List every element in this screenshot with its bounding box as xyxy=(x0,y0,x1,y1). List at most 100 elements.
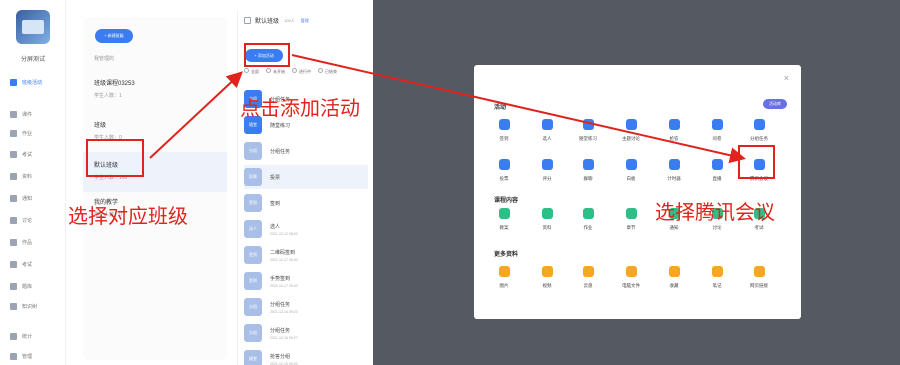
sidebar-item-label: 课件 xyxy=(22,111,33,118)
resource-6-icon xyxy=(753,266,765,277)
class-list-panel: + 新建班级 我管理的 班级课程03253 学生人数：1 班级 学生人数：0 默认班级学… xyxy=(83,17,227,360)
course-label: 资料 xyxy=(542,225,552,230)
sidebar-item-9[interactable]: 题库 xyxy=(10,280,32,292)
course-tile[interactable]: 资料 xyxy=(530,208,564,231)
resource-label: 收藏 xyxy=(669,283,679,288)
sidebar-item-4[interactable]: 资料 xyxy=(10,170,32,182)
activity-tile[interactable]: 群聊 xyxy=(571,159,605,182)
activity-tile[interactable]: 投票 xyxy=(487,159,521,182)
sidebar-item-3[interactable]: 考试 xyxy=(10,148,32,160)
sidebar-item-5[interactable]: 通知 xyxy=(10,192,32,204)
sidebar-item-label: 讨论 xyxy=(22,217,33,224)
activity-label: 签到 xyxy=(499,136,509,141)
avatar[interactable] xyxy=(16,10,50,44)
resource-2-icon xyxy=(582,266,594,277)
resource-label: 视频 xyxy=(542,283,552,288)
activity-tile[interactable]: 评分 xyxy=(530,159,564,182)
filter-option-3[interactable]: 已结束 xyxy=(318,68,337,75)
activity-row[interactable]: 分组 分组任务 xyxy=(244,139,368,163)
course-3-icon xyxy=(625,208,637,219)
activity-text: 随堂练习 xyxy=(270,122,290,129)
chart-icon xyxy=(10,332,17,340)
resource-tile[interactable]: 图片 xyxy=(487,266,521,289)
course-tile[interactable]: 作业 xyxy=(571,208,605,231)
activity-badge: 分组 xyxy=(244,298,262,316)
sidebar-item-11[interactable]: 统计 xyxy=(10,330,32,342)
activity-tile[interactable]: 选人 xyxy=(530,119,564,142)
activity-row[interactable]: 签到 手势签到 2021-12-17 09:40 xyxy=(244,269,368,293)
sidebar-item-0[interactable]: 班级活动 xyxy=(10,76,42,88)
course-1-icon xyxy=(541,208,553,219)
activity-tile[interactable]: 签到 xyxy=(487,119,521,142)
sidebar-item-1[interactable]: 课件 xyxy=(10,108,32,120)
activity-name: 抢答分组 xyxy=(270,353,291,360)
sidebar-item-6[interactable]: 讨论 xyxy=(10,214,32,226)
activity-row[interactable]: 选人 选人 2021-12-12 08:00 xyxy=(244,217,368,241)
activity-name: 随堂练习 xyxy=(270,122,291,129)
sidebar-item-2[interactable]: 作业 xyxy=(10,127,32,139)
activity-row[interactable]: 签到 二维码签到 2021-12-17 09:40 xyxy=(244,243,368,267)
activity-tile[interactable]: 直播 xyxy=(700,159,734,182)
filter-option-1[interactable]: 未开始 xyxy=(266,68,285,75)
activity-text: 分组任务 2021-12-16 09:20 xyxy=(270,301,298,314)
section-more-title: 更多资料 xyxy=(494,252,519,258)
resource-label: 电脑文件 xyxy=(622,283,640,288)
resource-tile[interactable]: 笔记 xyxy=(700,266,734,289)
activity-0-icon xyxy=(498,159,510,170)
course-tile[interactable]: 章节 xyxy=(614,208,648,231)
sidebar-item-12[interactable]: 管理 xyxy=(10,350,32,362)
activity-badge: 随堂 xyxy=(244,350,262,365)
activity-label: 问卷 xyxy=(712,136,722,141)
activity-row[interactable]: 随堂 抢答分组 2021-12-15 09:20 xyxy=(244,347,368,365)
activity-label: 白板 xyxy=(626,176,636,181)
activity-1-icon xyxy=(541,159,553,170)
activity-tile[interactable]: 主题讨论 xyxy=(614,119,648,142)
resource-tile[interactable]: 网页链接 xyxy=(742,266,776,289)
activity-time: 2021-12-16 09:27 xyxy=(270,335,298,340)
bank-icon xyxy=(10,282,17,290)
resource-tile[interactable]: 电脑文件 xyxy=(614,266,648,289)
activity-2-icon xyxy=(582,119,594,130)
resource-tile[interactable]: 云盘 xyxy=(571,266,605,289)
activity-tile[interactable]: 计时器 xyxy=(657,159,691,182)
sidebar-item-label: 作业 xyxy=(22,130,33,137)
activity-tile[interactable]: 抢答 xyxy=(657,119,691,142)
new-class-button[interactable]: + 新建班级 xyxy=(95,29,133,43)
resource-label: 图片 xyxy=(499,283,509,288)
activity-tile[interactable]: 白板 xyxy=(614,159,648,182)
activity-row[interactable]: 签到 签到 xyxy=(244,191,368,215)
activity-name: 二维码签到 xyxy=(270,249,296,256)
sidebar-item-10[interactable]: 知识树 xyxy=(10,300,37,312)
resource-5-icon xyxy=(711,266,723,277)
resource-tile[interactable]: 收藏 xyxy=(657,266,691,289)
activity-row[interactable]: 投票 投票 xyxy=(244,165,368,189)
filter-option-0[interactable]: 全部 xyxy=(244,68,259,75)
activity-name: 签到 xyxy=(270,200,281,207)
resource-tile[interactable]: 视频 xyxy=(530,266,564,289)
activity-3-icon xyxy=(625,159,637,170)
sidebar-item-8[interactable]: 考试 xyxy=(10,258,32,270)
activity-tile[interactable]: 随堂练习 xyxy=(571,119,605,142)
activity-library-tag[interactable]: 活动库 xyxy=(763,99,787,109)
activity-time: 2021-12-15 09:20 xyxy=(270,361,298,365)
class-student-count: 学生人数：1 xyxy=(94,93,122,99)
activity-row[interactable]: 分组 分组任务 2021-12-16 09:27 xyxy=(244,321,368,345)
activity-time: 2021-12-16 09:20 xyxy=(270,309,298,314)
activity-badge: 选人 xyxy=(244,220,262,238)
resource-1-icon xyxy=(541,266,553,277)
user-name: 分屏测试 xyxy=(20,57,45,63)
close-icon[interactable]: × xyxy=(784,73,789,83)
activity-row[interactable]: 分组 分组任务 2021-12-16 09:20 xyxy=(244,295,368,319)
filter-option-2[interactable]: 进行中 xyxy=(292,68,311,75)
course-tile[interactable]: 教案 xyxy=(487,208,521,231)
manage-link[interactable]: 管理 xyxy=(301,18,309,24)
activity-tile[interactable]: 问卷 xyxy=(700,119,734,142)
member-count: 100人 xyxy=(284,17,295,23)
sidebar-item-7[interactable]: 作品 xyxy=(10,236,32,248)
activity-text: 投票 xyxy=(270,174,280,181)
class-card[interactable]: 班级课程03253 学生人数：1 xyxy=(83,70,227,110)
highlight-add-activity-box xyxy=(244,43,290,67)
activity-time: 2021-12-17 09:40 xyxy=(270,283,298,288)
activity-tile[interactable]: 分组任务 xyxy=(742,119,776,142)
activity-5-icon xyxy=(711,119,723,130)
